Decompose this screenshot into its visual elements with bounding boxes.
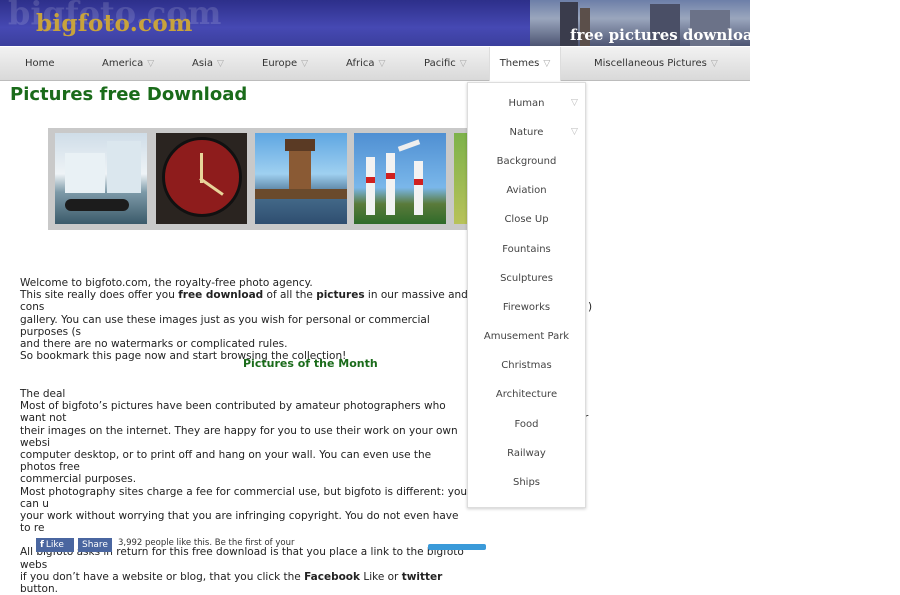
nav-themes[interactable]: Themes ▽ (489, 47, 561, 81)
photo-clock[interactable] (156, 133, 247, 224)
chevron-down-icon: ▽ (571, 98, 578, 108)
deal-line: Most of bigfoto’s pictures have been con… (20, 400, 446, 425)
nav-label: America (102, 58, 144, 69)
site-logo[interactable]: bigfoto.com (36, 10, 193, 37)
chevron-down-icon: ▽ (216, 59, 224, 69)
chevron-down-icon: ▽ (710, 59, 718, 69)
chevron-down-icon: ▽ (571, 127, 578, 137)
intro-line: and there are no watermarks or complicat… (20, 338, 288, 351)
nav-label: Africa (346, 58, 375, 69)
page-title: Pictures free Download (10, 84, 248, 105)
menu-item-human[interactable]: Human (468, 98, 585, 109)
menu-item-food[interactable]: Food (468, 419, 585, 430)
deal-line: if you don’t have a website or blog, tha… (20, 570, 443, 595)
facebook-icon: f (40, 540, 44, 550)
intro-line: gallery. You can use these images just a… (20, 313, 430, 338)
section-title-pictures-of-month: Pictures of the Month (243, 357, 378, 370)
twitter-button[interactable] (428, 544, 486, 550)
themes-dropdown: Human ▽ Nature ▽ Background Aviation Clo… (467, 82, 586, 508)
menu-item-close-up[interactable]: Close Up (468, 214, 585, 225)
nav-africa[interactable]: Africa ▽ (346, 47, 385, 80)
photo-bridge-tower[interactable] (255, 133, 347, 224)
nav-europe[interactable]: Europe ▽ (262, 47, 308, 80)
nav-label: Europe (262, 58, 298, 69)
menu-item-christmas[interactable]: Christmas (468, 360, 585, 371)
intro-line: This site really does offer you free dow… (20, 289, 468, 314)
menu-item-amusement-park[interactable]: Amusement Park (468, 331, 585, 342)
emphasis: free download (178, 289, 264, 302)
menu-item-fireworks[interactable]: Fireworks (468, 302, 585, 313)
intro-line-tail: ) (588, 301, 593, 313)
nav-america[interactable]: America ▽ (102, 47, 154, 80)
like-count-text: 3,992 people like this. Be the first of … (118, 538, 295, 548)
chevron-down-icon: ▽ (543, 59, 551, 69)
chevron-down-icon: ▽ (378, 59, 386, 69)
emphasis: pictures (316, 289, 365, 302)
menu-item-background[interactable]: Background (468, 156, 585, 167)
photo-strip (48, 128, 488, 230)
nav-label: Pacific (424, 58, 456, 69)
menu-item-fountains[interactable]: Fountains (468, 244, 585, 255)
photo-iceberg-boat[interactable] (55, 133, 147, 224)
nav-label: Miscellaneous Pictures (594, 58, 707, 69)
menu-item-nature[interactable]: Nature (468, 127, 585, 138)
nav-label: Themes (499, 58, 540, 69)
main-nav: Home America ▽ Asia ▽ Europe ▽ Africa ▽ Paci… (0, 47, 750, 81)
menu-item-aviation[interactable]: Aviation (468, 185, 585, 196)
facebook-share-button[interactable]: Share (78, 538, 112, 552)
deal-line: commercial purposes. (20, 473, 137, 486)
twitter-link[interactable]: twitter (402, 571, 443, 583)
intro-line: Welcome to bigfoto.com, the royalty-free… (20, 277, 313, 289)
chevron-down-icon: ▽ (459, 59, 467, 69)
menu-item-architecture[interactable]: Architecture (468, 389, 585, 400)
nav-home[interactable]: Home (25, 47, 55, 80)
deal-line: their images on the internet. They are h… (20, 424, 458, 449)
nav-label: Home (25, 58, 55, 69)
menu-item-railway[interactable]: Railway (468, 448, 585, 459)
banner-tagline: free pictures download (570, 26, 764, 44)
photo-air-race[interactable] (354, 133, 446, 224)
menu-item-sculptures[interactable]: Sculptures (468, 273, 585, 284)
nav-pacific[interactable]: Pacific ▽ (424, 47, 467, 80)
deal-text: The deal Most of bigfoto’s pictures have… (20, 388, 470, 595)
chevron-down-icon: ▽ (147, 59, 155, 69)
intro-text: Welcome to bigfoto.com, the royalty-free… (20, 277, 470, 362)
deal-heading: The deal (20, 388, 66, 400)
deal-line: computer desktop, or to print off and ha… (20, 449, 432, 474)
menu-item-ships[interactable]: Ships (468, 477, 585, 488)
facebook-link[interactable]: Facebook (304, 571, 360, 583)
facebook-like-button[interactable]: f Like (36, 538, 74, 552)
deal-line: Most photography sites charge a fee for … (20, 485, 468, 510)
nav-label: Asia (192, 58, 213, 69)
nav-miscellaneous[interactable]: Miscellaneous Pictures ▽ (594, 47, 718, 80)
chevron-down-icon: ▽ (301, 59, 309, 69)
nav-asia[interactable]: Asia ▽ (192, 47, 224, 80)
deal-line: your work without worrying that you are … (20, 510, 459, 535)
